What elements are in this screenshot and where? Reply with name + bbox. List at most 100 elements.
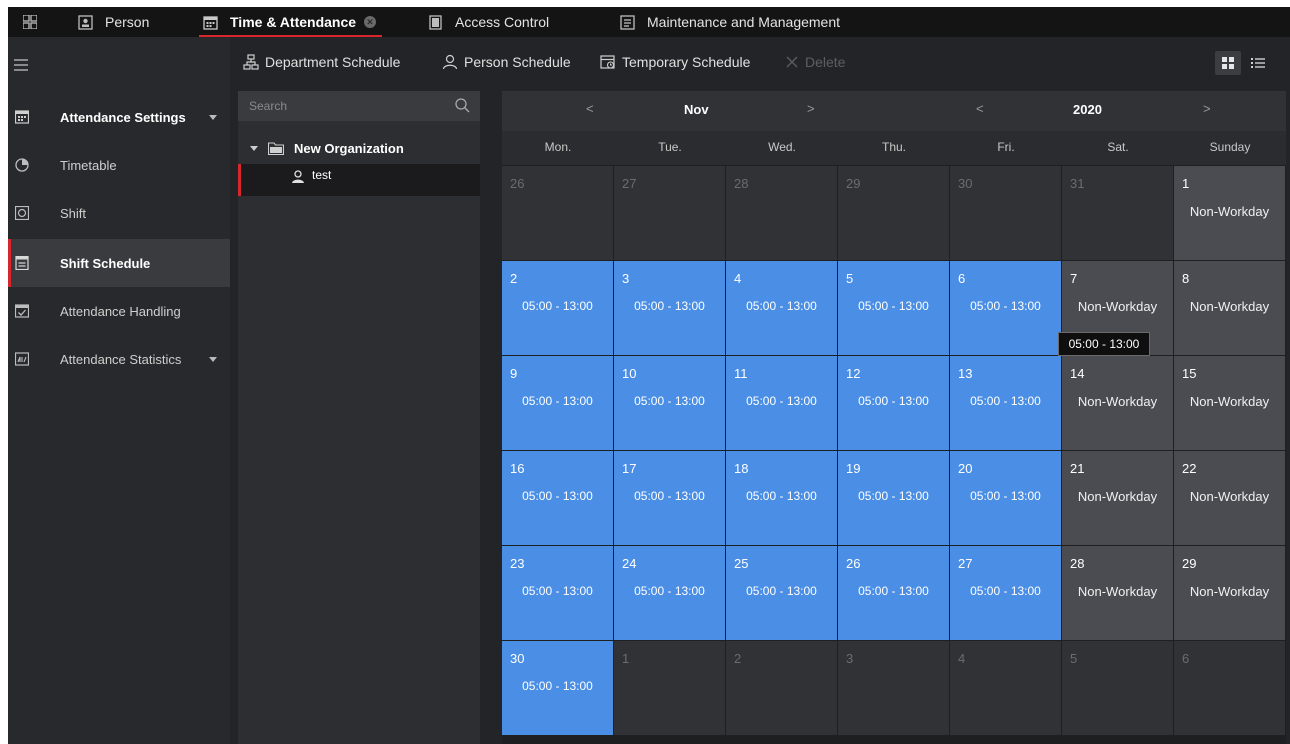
- expand-caret-icon[interactable]: [250, 146, 258, 151]
- calendar-day-cell[interactable]: 27 05:00 - 13:00: [950, 546, 1061, 640]
- tab-maintenance[interactable]: Maintenance and Management: [620, 7, 840, 37]
- department-schedule-button[interactable]: Department Schedule: [243, 53, 400, 71]
- day-number: 21: [1070, 461, 1085, 476]
- calendar-day-cell[interactable]: 23 05:00 - 13:00: [502, 546, 613, 640]
- month-label[interactable]: Nov: [684, 102, 709, 117]
- calendar-day-cell[interactable]: 21 Non-Workday: [1062, 451, 1173, 545]
- person-schedule-button[interactable]: Person Schedule: [442, 53, 571, 71]
- day-number: 28: [734, 176, 749, 191]
- app-window: Person Time & Attendance ✕ Access Contro…: [8, 7, 1290, 744]
- calendar-day-cell[interactable]: 20 05:00 - 13:00: [950, 451, 1061, 545]
- calendar-day-cell[interactable]: 13 05:00 - 13:00: [950, 356, 1061, 450]
- day-number: 5: [846, 271, 854, 286]
- calendar-day-cell[interactable]: 26 05:00 - 13:00: [838, 546, 949, 640]
- temporary-schedule-button[interactable]: Temporary Schedule: [600, 53, 750, 71]
- calendar-day-cell[interactable]: 17 05:00 - 13:00: [614, 451, 725, 545]
- calendar-day-cell[interactable]: 28 Non-Workday: [1062, 546, 1173, 640]
- calendar-day-cell[interactable]: 2: [726, 641, 837, 735]
- tab-time-attendance[interactable]: Time & Attendance ✕: [198, 7, 383, 37]
- shift-time: 05:00 - 13:00: [746, 584, 817, 598]
- close-tab-icon[interactable]: ✕: [364, 16, 377, 28]
- calendar-day-cell[interactable]: 22 Non-Workday: [1174, 451, 1285, 545]
- calendar-day-cell[interactable]: 26: [502, 166, 613, 260]
- sidebar-item-label: Timetable: [60, 157, 117, 173]
- calendar-day-cell[interactable]: 30 05:00 - 13:00: [502, 641, 613, 735]
- calendar-day-cell[interactable]: 16 05:00 - 13:00: [502, 451, 613, 545]
- calendar-day-cell[interactable]: 25 05:00 - 13:00: [726, 546, 837, 640]
- shift-time: 05:00 - 13:00: [746, 299, 817, 313]
- sidebar-item-label: Attendance Handling: [60, 303, 181, 319]
- tab-access-control[interactable]: Access Control: [428, 7, 549, 37]
- sidebar-item-timetable[interactable]: Timetable: [8, 141, 230, 189]
- calendar-day-cell[interactable]: 6 05:00 - 13:00: [950, 261, 1061, 355]
- previous-year-icon[interactable]: <: [976, 101, 984, 116]
- calendar-day-cell[interactable]: 30: [950, 166, 1061, 260]
- calendar-day-cell[interactable]: 11 05:00 - 13:00: [726, 356, 837, 450]
- button-label: Department Schedule: [265, 54, 401, 70]
- calendar-day-cell[interactable]: 18 05:00 - 13:00: [726, 451, 837, 545]
- year-label[interactable]: 2020: [1073, 102, 1102, 117]
- temporary-schedule-icon: [600, 55, 615, 69]
- calendar-day-cell[interactable]: 12 05:00 - 13:00: [838, 356, 949, 450]
- calendar-day-cell[interactable]: 28: [726, 166, 837, 260]
- shift-time: 05:00 - 13:00: [858, 299, 929, 313]
- calendar-day-cell[interactable]: 3: [838, 641, 949, 735]
- sidebar-item-attendance-statistics[interactable]: Attendance Statistics: [8, 335, 230, 383]
- sidebar-item-attendance-settings[interactable]: Attendance Settings: [8, 93, 230, 141]
- calendar-day-cell[interactable]: 8 Non-Workday: [1174, 261, 1285, 355]
- tab-person[interactable]: Person: [78, 7, 149, 37]
- shift-time: 05:00 - 13:00: [746, 394, 817, 408]
- weekday-label: Sat.: [1107, 140, 1129, 154]
- next-year-icon[interactable]: >: [1203, 101, 1211, 116]
- tree-node-organization[interactable]: New Organization: [238, 137, 480, 159]
- calendar-day-cell[interactable]: 4: [950, 641, 1061, 735]
- non-workday-label: Non-Workday: [1077, 489, 1158, 504]
- calendar-day-cell[interactable]: 29 Non-Workday: [1174, 546, 1285, 640]
- menu-collapse-icon[interactable]: [14, 59, 28, 71]
- clock-icon: [15, 158, 29, 172]
- previous-month-icon[interactable]: <: [586, 101, 594, 116]
- calendar-day-cell[interactable]: 2 05:00 - 13:00: [502, 261, 613, 355]
- search-input[interactable]: [238, 91, 448, 121]
- sidebar-item-shift-schedule[interactable]: Shift Schedule: [8, 239, 230, 287]
- department-icon: [243, 54, 259, 70]
- day-number: 15: [1182, 366, 1197, 381]
- calendar-day-cell[interactable]: 24 05:00 - 13:00: [614, 546, 725, 640]
- button-label: Temporary Schedule: [622, 54, 751, 70]
- calendar-day-cell[interactable]: 3 05:00 - 13:00: [614, 261, 725, 355]
- calendar-day-cell[interactable]: 6: [1174, 641, 1285, 735]
- schedule-tooltip: 05:00 - 13:00: [1058, 332, 1150, 356]
- button-label: Delete: [805, 54, 846, 70]
- tree-node-person[interactable]: test: [238, 164, 480, 196]
- calendar-day-cell[interactable]: 5 05:00 - 13:00: [838, 261, 949, 355]
- calendar-day-cell[interactable]: 14 Non-Workday: [1062, 356, 1173, 450]
- calendar-day-cell[interactable]: 1 Non-Workday: [1174, 166, 1285, 260]
- calendar-day-cell[interactable]: 27: [614, 166, 725, 260]
- day-number: 10: [622, 366, 637, 381]
- sidebar-item-attendance-handling[interactable]: Attendance Handling: [8, 287, 230, 335]
- grid-view-button[interactable]: [1215, 51, 1241, 75]
- door-icon: [429, 14, 442, 30]
- calendar-day-cell[interactable]: 9 05:00 - 13:00: [502, 356, 613, 450]
- calendar-day-cell[interactable]: 4 05:00 - 13:00: [726, 261, 837, 355]
- organization-panel: New Organization test: [238, 91, 480, 744]
- calendar-day-cell[interactable]: 19 05:00 - 13:00: [838, 451, 949, 545]
- next-month-icon[interactable]: >: [807, 101, 815, 116]
- calendar-day-cell[interactable]: 1: [614, 641, 725, 735]
- calendar-day-cell[interactable]: 31: [1062, 166, 1173, 260]
- list-view-button[interactable]: [1245, 51, 1271, 75]
- calendar-day-cell[interactable]: 5: [1062, 641, 1173, 735]
- non-workday-label: Non-Workday: [1077, 299, 1158, 314]
- shift-time: 05:00 - 13:00: [858, 489, 929, 503]
- day-number: 14: [1070, 366, 1085, 381]
- delete-button[interactable]: Delete: [785, 53, 845, 71]
- day-number: 30: [510, 651, 525, 666]
- calendar-day-cell[interactable]: 29: [838, 166, 949, 260]
- app-grid-icon[interactable]: [8, 7, 52, 37]
- search-icon[interactable]: [455, 98, 470, 113]
- calendar-day-cell[interactable]: 10 05:00 - 13:00: [614, 356, 725, 450]
- sidebar-item-shift[interactable]: Shift: [8, 189, 230, 237]
- day-number: 7: [1070, 271, 1078, 286]
- calendar-day-cell[interactable]: 15 Non-Workday: [1174, 356, 1285, 450]
- grid-view-icon: [1222, 57, 1234, 69]
